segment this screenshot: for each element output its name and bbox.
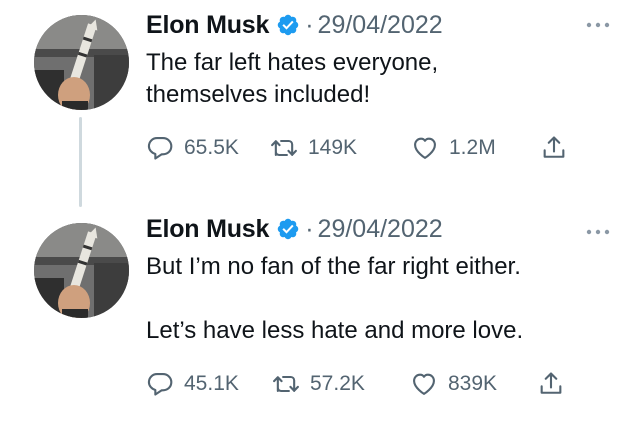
retweet-button[interactable]: 149K bbox=[270, 131, 411, 165]
verified-badge-icon bbox=[277, 218, 299, 240]
reply-count: 65.5K bbox=[184, 136, 239, 159]
tweet-text: But I’m no fan of the far right either. … bbox=[146, 253, 524, 344]
reply-count: 45.1K bbox=[184, 372, 239, 395]
share-icon bbox=[540, 372, 562, 394]
share-button[interactable] bbox=[540, 131, 568, 165]
tweet-actions: 65.5K 149K 1.2M bbox=[146, 131, 568, 165]
heart-icon bbox=[413, 373, 435, 395]
more-dots-icon[interactable] bbox=[586, 228, 610, 236]
tweet-header: Elon Musk · 29/04/2022 bbox=[146, 10, 443, 40]
like-button[interactable]: 1.2M bbox=[411, 131, 540, 165]
tweet[interactable]: Elon Musk · 29/04/2022 The far left hate… bbox=[0, 0, 640, 207]
reply-icon bbox=[147, 137, 173, 160]
tweet-date[interactable]: 29/04/2022 bbox=[318, 215, 443, 244]
retweet-count: 149K bbox=[308, 136, 358, 159]
separator-dot: · bbox=[305, 10, 314, 39]
like-count: 839K bbox=[448, 372, 498, 395]
reply-button[interactable]: 65.5K bbox=[146, 131, 270, 165]
retweet-button[interactable]: 57.2K bbox=[272, 367, 410, 401]
retweet-count: 57.2K bbox=[310, 372, 365, 395]
like-count: 1.2M bbox=[449, 136, 496, 159]
avatar[interactable] bbox=[34, 15, 129, 110]
tweet-actions: 45.1K 57.2K 839K bbox=[146, 367, 565, 401]
reply-icon bbox=[147, 373, 173, 396]
heart-icon bbox=[414, 137, 436, 159]
like-button[interactable]: 839K bbox=[410, 367, 537, 401]
retweet-icon bbox=[271, 139, 297, 157]
author-name[interactable]: Elon Musk bbox=[146, 11, 269, 40]
separator-dot: · bbox=[305, 214, 314, 243]
thread-line bbox=[79, 117, 82, 207]
reply-button[interactable]: 45.1K bbox=[146, 367, 272, 401]
tweet-text: The far left hates everyone, themselves … bbox=[146, 49, 439, 108]
tweet[interactable]: Elon Musk · 29/04/2022 But I’m no fan of… bbox=[0, 205, 640, 428]
tweet-date[interactable]: 29/04/2022 bbox=[318, 11, 443, 40]
author-name[interactable]: Elon Musk bbox=[146, 215, 269, 244]
tweet-header: Elon Musk · 29/04/2022 bbox=[146, 214, 443, 244]
verified-badge-icon bbox=[277, 14, 299, 36]
share-icon bbox=[543, 136, 565, 158]
retweet-icon bbox=[273, 375, 299, 393]
avatar[interactable] bbox=[34, 223, 129, 318]
more-dots-icon[interactable] bbox=[586, 21, 610, 29]
share-button[interactable] bbox=[537, 367, 565, 401]
